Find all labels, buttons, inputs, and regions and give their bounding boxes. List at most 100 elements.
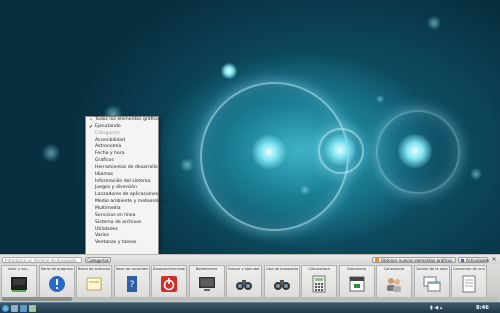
binoculars-icon [273,275,291,293]
menu-item-label: Astronomía [95,144,122,150]
wallpaper-bubble [470,168,482,180]
wallpaper-bubble [427,16,441,30]
widget-tile-label: Conversor de unidades [453,267,485,271]
menu-section-header: Categorías [86,131,158,138]
monitor-icon [198,275,216,293]
info-icon [48,275,66,293]
menu-item[interactable]: ✔ Ejecutando [86,124,158,131]
wallpaper-bubble [398,134,432,168]
note-icon [85,275,103,293]
activities-icon[interactable] [11,304,18,312]
menu-item-label: Medio ambiente y meteorología [95,199,169,205]
menu-item[interactable]: Idiomas [86,172,158,179]
menu-item-label: Información del sistema [95,178,151,184]
widget-tile[interactable]: Conexiones [376,265,412,298]
widget-tile[interactable]: Bolderemos [188,265,225,298]
volume-icon[interactable]: ◀ [434,305,438,311]
wallpaper-bubble [324,134,356,166]
wallpaper-bubble [252,135,286,169]
menu-item-label: Utilidades [95,226,118,232]
application-launcher-icon[interactable] [2,304,9,312]
menu-item-label: Multimedia [95,205,121,211]
wallpaper-bubble [180,158,194,172]
get-new-widgets-label: Obtener nuevos elementos gráficos [381,257,453,263]
widget-tile[interactable]: Conversor de unidades [451,265,487,298]
svg-text:?: ? [129,280,134,290]
calendar-icon [348,275,366,293]
widget-tile-label: Caja de búsqueda [265,267,298,271]
notifications-icon[interactable]: ▴ [440,305,443,311]
menu-item-label: Sistema de archivos [95,219,142,225]
activities-button[interactable]: Actividades [458,256,490,263]
binoculars-icon [235,275,253,293]
menu-item-label: Varios [95,233,109,239]
activities-label: Actividades [466,257,490,263]
widget-tile-label: Bloquear/terminar [153,267,185,271]
widget-tile-label: Calculadora [308,267,330,271]
menu-item-label: Todos los elementos gráficos [95,117,162,122]
widget-search-input[interactable]: Introduzca un término de búsqueda [2,256,82,263]
widget-tile[interactable]: Barra de progreso [38,265,75,298]
menu-item-label: Juegos y diversión [95,185,137,191]
desktop-icon[interactable] [29,304,36,312]
taskbar-clock[interactable]: 8:46 [476,305,489,311]
download-icon [375,258,379,262]
power-icon [160,275,178,293]
menu-item[interactable]: Gráficos [86,158,158,165]
widget-tile[interactable]: Calculadora [301,265,337,298]
calculator-icon [310,275,328,293]
widget-tile-label: Calendario [346,267,367,271]
widget-tile-label: Barra de progreso [40,267,73,271]
widget-tile[interactable]: Control de la aplicación activa [413,265,450,298]
widget-tile-label: Bolderemos [195,267,218,271]
menu-item[interactable]: Ventanas y tareas [86,240,158,247]
menu-item-label: Ventanas y tareas [95,240,137,246]
menu-item-label: Servicios en línea [95,212,136,218]
widget-tile[interactable]: Caja de búsqueda [263,265,300,298]
widget-tile-label: Abrir y vol... [8,267,30,271]
wallpaper-bubble [221,63,237,79]
scrollbar-thumb[interactable] [2,297,72,301]
help-book-icon: ? [123,275,141,293]
menu-item[interactable]: Medio ambiente y meteorología [86,199,168,206]
wallpaper-bubble [300,185,310,195]
document-icon [460,275,478,293]
widget-tile[interactable]: Base de conocimiento? [113,265,150,298]
star-icon: ✦ [89,117,94,123]
widget-tile[interactable]: Barra de actividad [76,265,112,298]
activities-icon [461,258,464,262]
menu-item-label: Lanzadores de aplicaciones [95,192,159,198]
wallpaper-bubble [42,144,60,162]
menu-item[interactable]: ✦ Todos los elementos gráficos [86,117,162,124]
menu-item-label: Gráficos [95,158,114,164]
get-new-widgets-button[interactable]: Obtener nuevos elementos gráficos [372,256,456,263]
categories-dropdown-menu: ✦ Todos los elementos gráficos ✔ Ejecutando… [85,116,168,256]
widget-tile-label: Control de la aplicación activa [415,267,448,271]
categories-button[interactable]: Categorías [85,256,111,263]
windows-icon [423,275,441,293]
taskbar: ▮ ◀ ▴ 8:46 [0,302,500,313]
menu-item-label: Ejecutando [95,123,121,129]
menu-item-label: Idiomas [95,171,114,177]
widget-tile-label: Base de conocimiento [115,267,148,271]
menu-item-label: Accesibilidad [95,137,126,143]
menu-item[interactable]: Herramientas de desarrollo [86,165,158,172]
network-icon[interactable]: ▮ [430,305,433,311]
menu-item[interactable]: Servicios en línea [86,213,158,220]
widget-tile[interactable]: Buscar y ejecutar [226,265,262,298]
menu-item[interactable]: Multimedia [86,206,158,213]
system-tray: ▮ ◀ ▴ [430,305,442,311]
widget-tile-label: Buscar y ejecutar [228,267,260,271]
menu-item-label: Herramientas de desarrollo [95,164,158,170]
wallpaper-bubble [376,95,384,103]
widget-tile[interactable]: Abrir y vol... [1,265,37,298]
widget-tile[interactable]: Calendario [338,265,375,298]
widget-tile[interactable]: Bloquear/terminar [151,265,187,298]
widget-tile-label: Conexiones [383,267,405,271]
users-icon [385,275,403,293]
file-manager-icon[interactable] [20,304,27,312]
menu-item[interactable]: Sistema de archivos [86,220,158,227]
menu-item-label: Categorías [95,130,120,136]
widget-list-scrollbar[interactable] [2,297,498,301]
close-icon[interactable]: × [490,256,498,263]
